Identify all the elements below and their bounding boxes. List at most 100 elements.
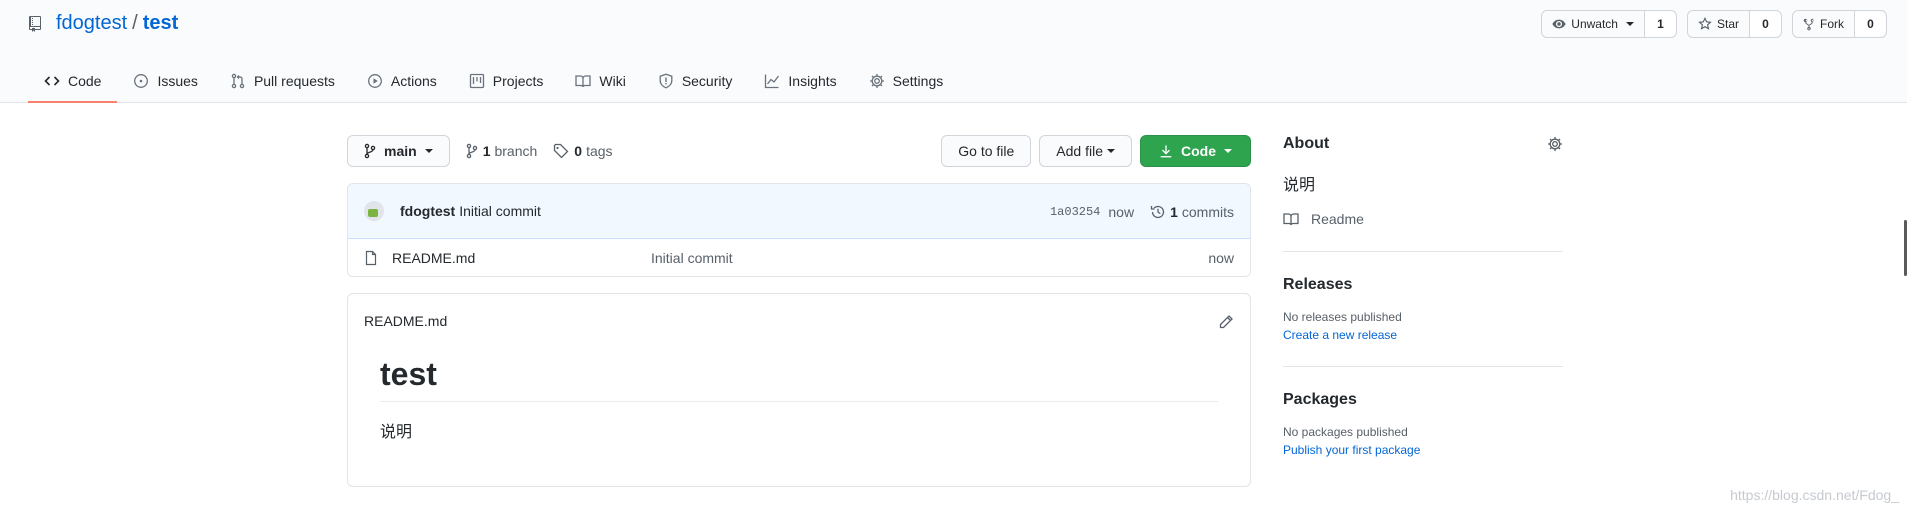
watch-group: Unwatch 1 bbox=[1541, 10, 1677, 38]
download-icon bbox=[1160, 145, 1172, 158]
file-navigation: main 1 branch 0 tags Go to file Add file… bbox=[347, 135, 1251, 167]
tab-actions[interactable]: Actions bbox=[351, 60, 453, 103]
branch-count-label: branch bbox=[494, 143, 538, 159]
star-icon bbox=[1698, 17, 1712, 30]
readme-heading: test bbox=[380, 356, 1218, 402]
fork-group: Fork 0 bbox=[1792, 10, 1887, 38]
code-icon bbox=[44, 75, 60, 86]
file-listing: fdogtest Initial commit 1a03254 now 1 co… bbox=[347, 183, 1251, 277]
packages-title[interactable]: Packages bbox=[1283, 391, 1563, 409]
file-age: now bbox=[1208, 249, 1234, 266]
branch-select-button[interactable]: main bbox=[347, 135, 450, 167]
tag-count-label: tags bbox=[586, 143, 613, 159]
tab-projects[interactable]: Projects bbox=[453, 60, 560, 103]
about-header: About bbox=[1283, 135, 1563, 153]
file-icon bbox=[364, 250, 378, 266]
project-icon bbox=[469, 73, 484, 88]
star-button[interactable]: Star bbox=[1686, 10, 1750, 38]
latest-commit: fdogtest Initial commit 1a03254 now 1 co… bbox=[348, 184, 1250, 239]
unwatch-button[interactable]: Unwatch bbox=[1541, 10, 1645, 38]
chevron-down-icon bbox=[1107, 149, 1115, 153]
star-count[interactable]: 0 bbox=[1750, 10, 1782, 38]
repo-forked-icon bbox=[1803, 18, 1814, 31]
add-file-label: Add file bbox=[1056, 143, 1103, 159]
divider bbox=[1283, 251, 1563, 252]
tags-link[interactable]: 0 tags bbox=[553, 143, 613, 159]
gear-icon bbox=[869, 73, 884, 88]
repo-sidebar: About 说明 Readme Releases No releases pub… bbox=[1283, 135, 1563, 457]
watermark: https://blog.csdn.net/Fdog_ bbox=[1730, 487, 1899, 503]
shield-icon bbox=[659, 73, 673, 88]
chevron-down-icon bbox=[1625, 22, 1634, 26]
repo-header: fdogtest / test Unwatch 1 Star 0 Fork 0 bbox=[0, 0, 1907, 103]
releases-title[interactable]: Releases bbox=[1283, 276, 1563, 294]
fork-count[interactable]: 0 bbox=[1855, 10, 1887, 38]
branch-count: 1 bbox=[482, 143, 491, 159]
releases-empty-text: No releases published bbox=[1283, 310, 1402, 324]
main-content: main 1 branch 0 tags Go to file Add file… bbox=[347, 135, 1251, 487]
tab-label: Projects bbox=[492, 72, 544, 89]
add-file-button[interactable]: Add file bbox=[1039, 135, 1132, 167]
tab-pull-requests[interactable]: Pull requests bbox=[214, 60, 351, 103]
tag-icon bbox=[554, 143, 569, 159]
graph-icon bbox=[765, 74, 780, 88]
file-commit-link[interactable]: Initial commit bbox=[651, 250, 733, 266]
play-icon bbox=[367, 73, 382, 88]
eye-icon bbox=[1552, 19, 1566, 29]
repo-name-link[interactable]: test bbox=[143, 12, 179, 35]
tab-label: Pull requests bbox=[253, 72, 335, 89]
tab-label: Actions bbox=[390, 72, 437, 89]
tab-settings[interactable]: Settings bbox=[853, 60, 960, 103]
fork-button[interactable]: Fork bbox=[1792, 10, 1855, 38]
commit-history-link[interactable]: 1 commits bbox=[1150, 204, 1234, 220]
avatar[interactable] bbox=[364, 201, 384, 221]
issue-opened-icon bbox=[134, 73, 149, 88]
commit-message-link[interactable]: Initial commit bbox=[459, 203, 541, 219]
commit-sha-link[interactable]: 1a03254 bbox=[1050, 205, 1100, 219]
chevron-down-icon bbox=[1224, 149, 1232, 153]
readme-panel: README.md test 说明 bbox=[347, 293, 1251, 487]
file-name-link[interactable]: README.md bbox=[392, 250, 651, 266]
repo-title: fdogtest / test bbox=[28, 12, 178, 35]
fork-label: Fork bbox=[1820, 17, 1844, 31]
create-release-link[interactable]: Create a new release bbox=[1283, 328, 1563, 342]
chevron-down-icon bbox=[424, 149, 433, 153]
commits-count: 1 bbox=[1170, 203, 1178, 220]
tab-insights[interactable]: Insights bbox=[748, 60, 852, 103]
tab-wiki[interactable]: Wiki bbox=[559, 60, 641, 103]
repo-owner-link[interactable]: fdogtest bbox=[56, 12, 127, 35]
commit-author-link[interactable]: fdogtest bbox=[400, 203, 455, 219]
star-group: Star 0 bbox=[1686, 10, 1782, 38]
tab-issues[interactable]: Issues bbox=[117, 60, 213, 103]
tab-label: Insights bbox=[788, 72, 837, 89]
commits-label: commits bbox=[1181, 203, 1234, 220]
pencil-icon[interactable] bbox=[1218, 314, 1234, 330]
git-branch-icon bbox=[364, 143, 376, 159]
watch-count[interactable]: 1 bbox=[1644, 10, 1677, 38]
readme-link[interactable]: Readme bbox=[1283, 211, 1563, 227]
book-icon bbox=[575, 74, 592, 87]
git-branch-icon bbox=[466, 143, 477, 159]
readme-header: README.md bbox=[348, 294, 1250, 348]
pagehead-actions: Unwatch 1 Star 0 Fork 0 bbox=[1531, 10, 1887, 38]
tab-code[interactable]: Code bbox=[28, 60, 118, 103]
branches-link[interactable]: 1 branch bbox=[466, 143, 538, 159]
file-nav-actions: Go to file Add file Code bbox=[933, 135, 1251, 167]
divider bbox=[1283, 366, 1563, 367]
publish-package-link[interactable]: Publish your first package bbox=[1283, 443, 1563, 457]
readme-paragraph: 说明 bbox=[380, 424, 413, 441]
branch-name: main bbox=[384, 143, 417, 159]
tab-security[interactable]: Security bbox=[642, 60, 749, 103]
file-row: README.md Initial commit now bbox=[348, 239, 1250, 276]
readme-content: test 说明 bbox=[348, 356, 1250, 442]
code-download-button[interactable]: Code bbox=[1140, 135, 1251, 167]
gear-icon[interactable] bbox=[1547, 136, 1563, 152]
unwatch-label: Unwatch bbox=[1571, 17, 1618, 31]
readme-link-label: Readme bbox=[1311, 211, 1364, 227]
tab-label: Security bbox=[681, 72, 733, 89]
repo-tabs: Code Issues Pull requests Actions Projec… bbox=[28, 60, 959, 103]
path-separator: / bbox=[132, 12, 138, 34]
tab-label: Settings bbox=[892, 72, 944, 89]
tab-label: Code bbox=[68, 72, 102, 89]
go-to-file-button[interactable]: Go to file bbox=[941, 135, 1032, 167]
